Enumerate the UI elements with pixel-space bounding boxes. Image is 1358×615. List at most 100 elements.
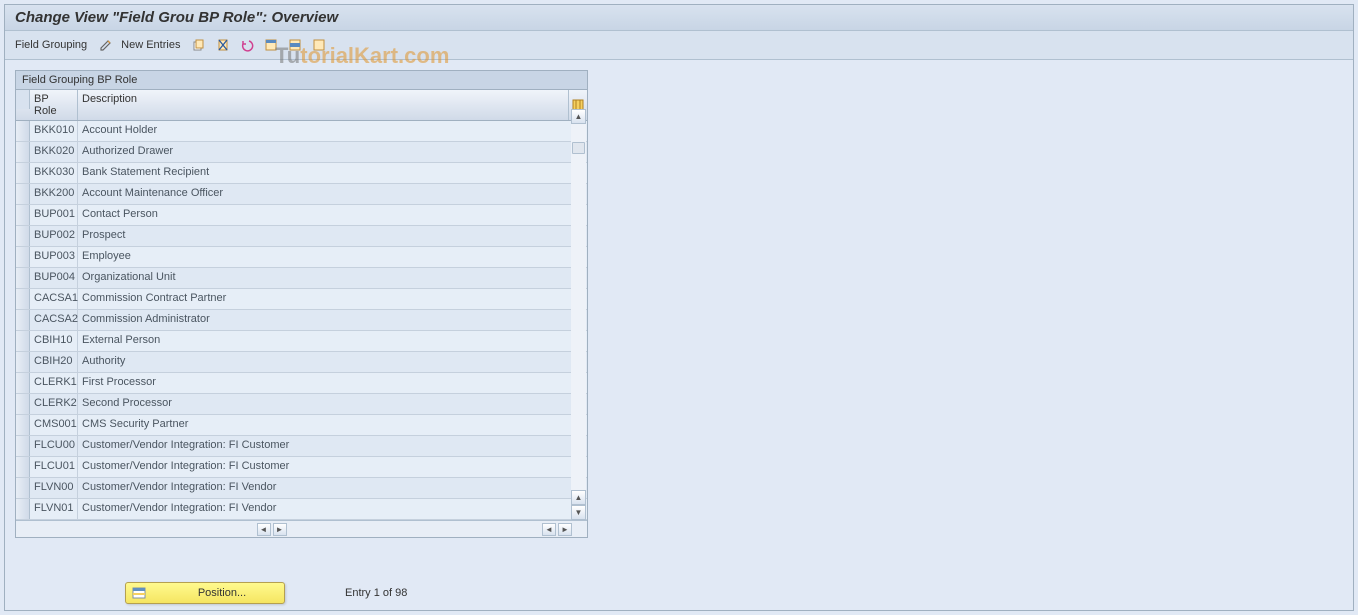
grid-header-row: BP Role Description <box>16 90 587 121</box>
undo-icon[interactable] <box>238 36 256 54</box>
row-selector[interactable] <box>16 478 30 498</box>
table-row[interactable]: BUP001Contact Person <box>16 205 587 226</box>
row-selector[interactable] <box>16 331 30 351</box>
table-row[interactable]: CACSA2Commission Administrator <box>16 310 587 331</box>
cell-bp-role[interactable]: BUP002 <box>30 226 78 246</box>
select-all-cell[interactable] <box>16 90 30 109</box>
cell-description[interactable]: Bank Statement Recipient <box>78 163 587 183</box>
cell-bp-role[interactable]: BKK010 <box>30 121 78 141</box>
table-row[interactable]: CBIH10External Person <box>16 331 587 352</box>
cell-description[interactable]: Employee <box>78 247 587 267</box>
cell-bp-role[interactable]: BKK030 <box>30 163 78 183</box>
new-entries-button[interactable]: New Entries <box>121 39 180 51</box>
col-header-role[interactable]: BP Role <box>30 90 78 120</box>
table-row[interactable]: BKK020Authorized Drawer <box>16 142 587 163</box>
cell-bp-role[interactable]: BUP003 <box>30 247 78 267</box>
cell-bp-role[interactable]: CMS001 <box>30 415 78 435</box>
select-all-icon[interactable] <box>262 36 280 54</box>
row-selector[interactable] <box>16 268 30 288</box>
row-selector[interactable] <box>16 142 30 162</box>
row-selector[interactable] <box>16 415 30 435</box>
table-row[interactable]: BKK010Account Holder <box>16 121 587 142</box>
table-row[interactable]: CBIH20Authority <box>16 352 587 373</box>
cell-description[interactable]: Customer/Vendor Integration: FI Vendor <box>78 478 587 498</box>
scroll-down2-icon[interactable]: ▼ <box>571 505 586 520</box>
row-selector[interactable] <box>16 205 30 225</box>
row-selector[interactable] <box>16 352 30 372</box>
row-selector[interactable] <box>16 457 30 477</box>
table-row[interactable]: BUP004Organizational Unit <box>16 268 587 289</box>
cell-description[interactable]: Organizational Unit <box>78 268 587 288</box>
table-row[interactable]: FLCU01Customer/Vendor Integration: FI Cu… <box>16 457 587 478</box>
field-grouping-label[interactable]: Field Grouping <box>15 39 87 51</box>
table-row[interactable]: CACSA1Commission Contract Partner <box>16 289 587 310</box>
row-selector[interactable] <box>16 394 30 414</box>
cell-description[interactable]: Commission Administrator <box>78 310 587 330</box>
table-row[interactable]: BUP003Employee <box>16 247 587 268</box>
cell-description[interactable]: Customer/Vendor Integration: FI Customer <box>78 436 587 456</box>
copy-icon[interactable] <box>190 36 208 54</box>
table-row[interactable]: CMS001CMS Security Partner <box>16 415 587 436</box>
cell-description[interactable]: Authority <box>78 352 587 372</box>
table-row[interactable]: BUP002Prospect <box>16 226 587 247</box>
deselect-all-icon[interactable] <box>310 36 328 54</box>
cell-description[interactable]: Prospect <box>78 226 587 246</box>
cell-bp-role[interactable]: BUP004 <box>30 268 78 288</box>
select-block-icon[interactable] <box>286 36 304 54</box>
table-row[interactable]: FLVN00Customer/Vendor Integration: FI Ve… <box>16 478 587 499</box>
table-row[interactable]: CLERK1First Processor <box>16 373 587 394</box>
row-selector[interactable] <box>16 247 30 267</box>
cell-description[interactable]: Customer/Vendor Integration: FI Customer <box>78 457 587 477</box>
cell-bp-role[interactable]: CBIH20 <box>30 352 78 372</box>
cell-description[interactable]: Authorized Drawer <box>78 142 587 162</box>
row-selector[interactable] <box>16 436 30 456</box>
hscroll-left2-icon[interactable]: ◄ <box>542 523 556 536</box>
hscroll-left-icon[interactable]: ◄ <box>257 523 271 536</box>
cell-bp-role[interactable]: FLVN00 <box>30 478 78 498</box>
change-icon[interactable] <box>97 36 115 54</box>
table-row[interactable]: BKK200Account Maintenance Officer <box>16 184 587 205</box>
cell-bp-role[interactable]: FLCU01 <box>30 457 78 477</box>
scroll-down-icon[interactable]: ▲ <box>571 490 586 505</box>
cell-bp-role[interactable]: CLERK2 <box>30 394 78 414</box>
cell-bp-role[interactable]: CLERK1 <box>30 373 78 393</box>
cell-description[interactable]: Account Holder <box>78 121 587 141</box>
table-row[interactable]: FLCU00Customer/Vendor Integration: FI Cu… <box>16 436 587 457</box>
cell-description[interactable]: External Person <box>78 331 587 351</box>
hscroll-right2-icon[interactable]: ► <box>558 523 572 536</box>
cell-description[interactable]: Second Processor <box>78 394 587 414</box>
scroll-up-icon[interactable]: ▲ <box>571 109 586 124</box>
cell-description[interactable]: First Processor <box>78 373 587 393</box>
position-button-label: Position... <box>166 587 278 599</box>
cell-bp-role[interactable]: BKK200 <box>30 184 78 204</box>
table-row[interactable]: FLVN01Customer/Vendor Integration: FI Ve… <box>16 499 587 520</box>
row-selector[interactable] <box>16 499 30 519</box>
cell-bp-role[interactable]: BUP001 <box>30 205 78 225</box>
cell-description[interactable]: Account Maintenance Officer <box>78 184 587 204</box>
row-selector[interactable] <box>16 226 30 246</box>
cell-bp-role[interactable]: CBIH10 <box>30 331 78 351</box>
row-selector[interactable] <box>16 121 30 141</box>
cell-bp-role[interactable]: CACSA1 <box>30 289 78 309</box>
position-button[interactable]: Position... <box>125 582 285 604</box>
cell-bp-role[interactable]: CACSA2 <box>30 310 78 330</box>
scroll-track[interactable] <box>571 124 586 490</box>
table-row[interactable]: BKK030Bank Statement Recipient <box>16 163 587 184</box>
cell-bp-role[interactable]: BKK020 <box>30 142 78 162</box>
vertical-scrollbar[interactable]: ▲ ▲ ▼ <box>571 109 586 520</box>
row-selector[interactable] <box>16 163 30 183</box>
delete-icon[interactable] <box>214 36 232 54</box>
col-header-desc[interactable]: Description <box>78 90 569 120</box>
row-selector[interactable] <box>16 373 30 393</box>
cell-bp-role[interactable]: FLVN01 <box>30 499 78 519</box>
cell-description[interactable]: Commission Contract Partner <box>78 289 587 309</box>
cell-bp-role[interactable]: FLCU00 <box>30 436 78 456</box>
cell-description[interactable]: CMS Security Partner <box>78 415 587 435</box>
table-row[interactable]: CLERK2Second Processor <box>16 394 587 415</box>
hscroll-right-icon[interactable]: ► <box>273 523 287 536</box>
cell-description[interactable]: Contact Person <box>78 205 587 225</box>
cell-description[interactable]: Customer/Vendor Integration: FI Vendor <box>78 499 587 519</box>
row-selector[interactable] <box>16 289 30 309</box>
row-selector[interactable] <box>16 184 30 204</box>
row-selector[interactable] <box>16 310 30 330</box>
